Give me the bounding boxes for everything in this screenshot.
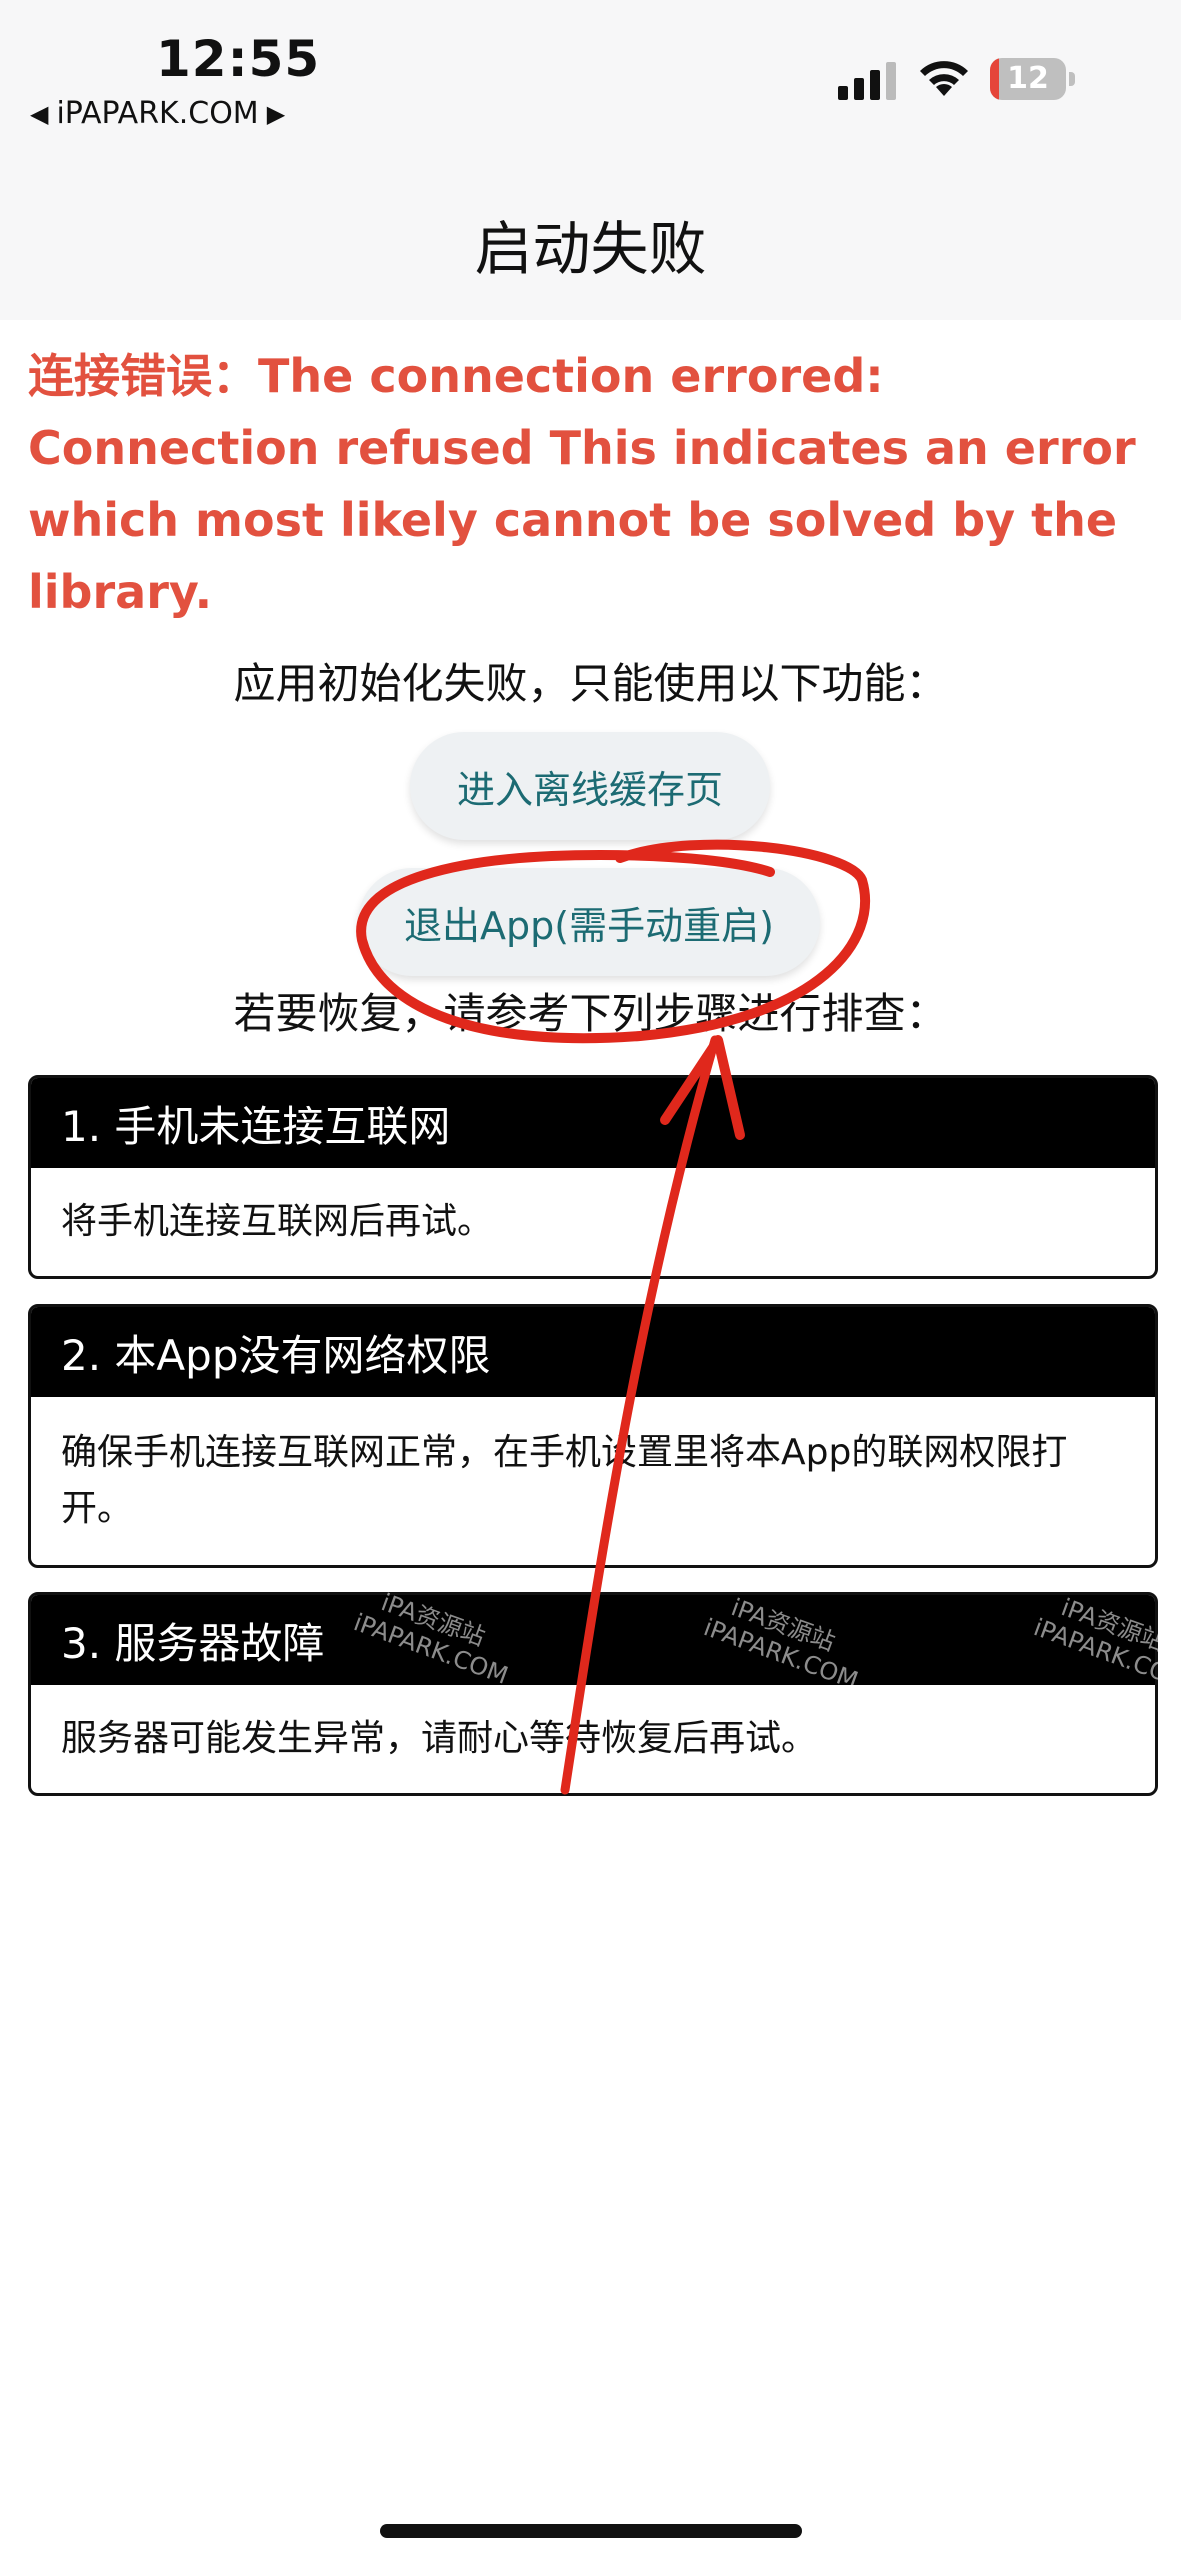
step-card-body: 将手机连接互联网后再试。 [61, 1201, 494, 1242]
recovery-hint-text: 若要恢复，请参考下列步骤进行排查： [233, 989, 948, 1038]
step-card-title: 3. 服务器故障 [31, 1595, 1155, 1685]
step-card-2: 2. 本App没有网络权限 确保手机连接互联网正常，在手机设置里将本App的联网… [28, 1304, 1158, 1568]
step-card-3: 3. 服务器故障 服务器可能发生异常，请耐心等待恢复后再试。 [28, 1592, 1158, 1796]
back-arrow-icon: ◀ [30, 99, 49, 128]
navigation-bar: 启动失败 [0, 140, 1181, 320]
exit-app-button[interactable]: 退出App(需手动重启) [358, 868, 820, 976]
forward-arrow-icon: ▶ [266, 99, 286, 128]
battery-level: 12 [1007, 61, 1049, 96]
step-card-body: 确保手机连接互联网正常，在手机设置里将本App的联网权限打开。 [61, 1432, 1068, 1529]
cellular-signal-icon [838, 62, 896, 100]
home-indicator[interactable] [380, 2524, 802, 2538]
back-app-label: iPAPARK.COM [56, 96, 259, 131]
step-card-title: 2. 本App没有网络权限 [31, 1307, 1155, 1397]
step-card-body: 服务器可能发生异常，请耐心等待恢复后再试。 [61, 1718, 818, 1759]
init-failed-text: 应用初始化失败，只能使用以下功能： [233, 659, 948, 708]
status-bar: 12:55 ◀ iPAPARK.COM ▶ 12 [0, 0, 1181, 140]
offline-cache-button[interactable]: 进入离线缓存页 [410, 732, 770, 840]
step-card-title: 1. 手机未连接互联网 [31, 1078, 1155, 1168]
step-card-1: 1. 手机未连接互联网 将手机连接互联网后再试。 [28, 1075, 1158, 1279]
wifi-icon [920, 61, 968, 96]
battery-icon: 12 [990, 58, 1076, 100]
status-time: 12:55 [156, 30, 321, 88]
error-message: 连接错误：The connection errored: Connection … [28, 349, 1136, 619]
back-to-app-link[interactable]: ◀ iPAPARK.COM ▶ [30, 96, 285, 131]
page-title: 启动失败 [474, 215, 707, 283]
